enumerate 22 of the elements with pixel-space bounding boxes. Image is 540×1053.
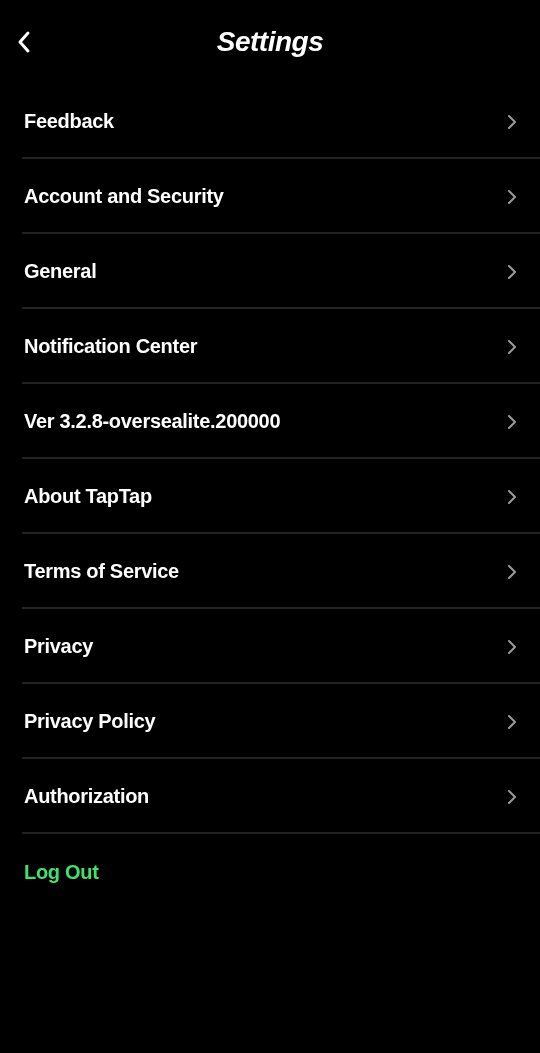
settings-item[interactable]: Privacy (24, 635, 94, 658)
chevron-right-icon (506, 712, 518, 731)
settings-item[interactable]: Authorization (24, 785, 149, 808)
settings-item[interactable]: Account and Security (24, 185, 224, 208)
settings-item[interactable]: Notification Center (24, 335, 198, 358)
settings-item[interactable]: Privacy Policy (24, 710, 156, 733)
chevron-right-icon (506, 787, 518, 806)
settings-item[interactable]: About TapTap (24, 485, 152, 508)
settings-item[interactable]: Feedback (24, 110, 114, 133)
settings-item[interactable]: General (24, 260, 97, 283)
settings-item[interactable]: Terms of Service (24, 560, 179, 583)
chevron-right-icon (506, 412, 518, 431)
chevron-right-icon (506, 262, 518, 281)
chevron-right-icon (506, 187, 518, 206)
chevron-right-icon (506, 337, 518, 356)
chevron-right-icon (506, 637, 518, 656)
chevron-right-icon (506, 487, 518, 506)
logout-link[interactable]: Log Out (24, 861, 99, 884)
chevron-right-icon (506, 112, 518, 131)
settings-item[interactable]: Ver 3.2.8-oversealite.200000 (24, 410, 281, 433)
screen-title: Settings (215, 26, 325, 58)
chevron-right-icon (506, 562, 518, 581)
